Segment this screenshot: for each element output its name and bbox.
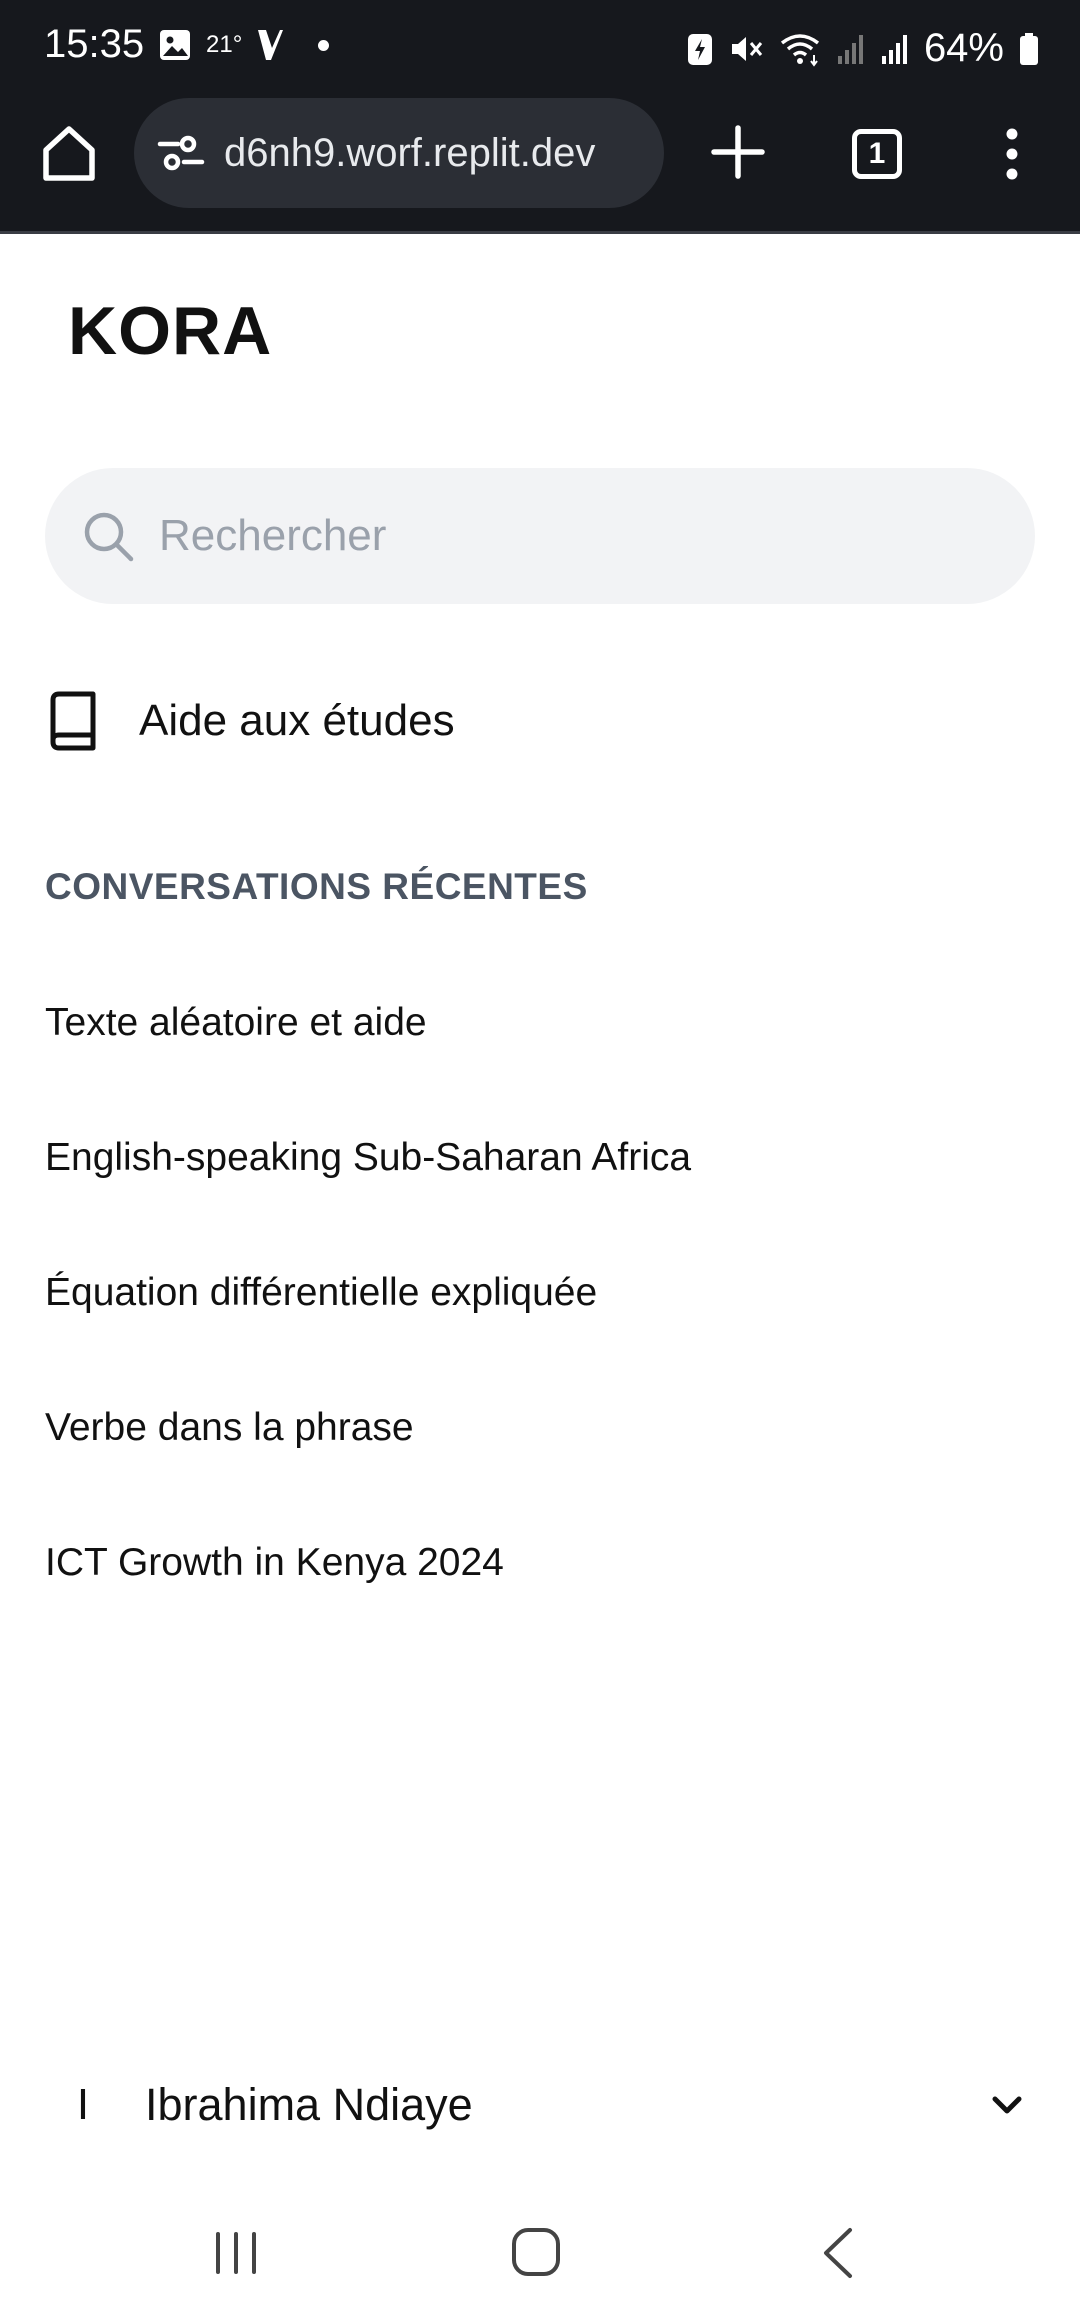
browser-toolbar: d6nh9.worf.replit.dev 1 [0, 96, 1080, 232]
status-bar: 15:35 21° 64% [0, 0, 1080, 96]
signal-icon [881, 34, 907, 64]
notification-dot-icon [318, 39, 330, 51]
search-icon [84, 512, 134, 562]
study-help-link[interactable]: Aide aux études [45, 690, 455, 752]
back-icon[interactable] [820, 2226, 856, 2280]
mute-icon [731, 36, 763, 61]
status-time: 15:35 [44, 22, 145, 66]
gallery-notification-icon [160, 30, 190, 60]
tab-switcher-button[interactable]: 1 [852, 129, 902, 179]
recent-conversations-heading: CONVERSATIONS RÉCENTES [45, 866, 588, 907]
more-options-icon[interactable] [1002, 126, 1022, 182]
search-input[interactable] [157, 510, 957, 562]
user-name: Ibrahima Ndiaye [145, 2079, 473, 2130]
wifi-icon [780, 33, 820, 67]
conversation-item[interactable]: Équation différentielle expliquée [45, 1245, 691, 1380]
status-right-icons: 64% [686, 26, 1040, 71]
battery-icon [1020, 32, 1038, 65]
conversation-item[interactable]: ICT Growth in Kenya 2024 [45, 1515, 691, 1650]
status-left-icons: 21° [158, 28, 330, 62]
recent-conversations-list: Texte aléatoire et aide English-speaking… [45, 975, 691, 1650]
address-bar[interactable]: d6nh9.worf.replit.dev [134, 98, 664, 208]
battery-percent: 64% [923, 26, 1004, 70]
user-menu[interactable]: I Ibrahima Ndiaye [45, 2065, 1035, 2145]
app-notification-icon [258, 30, 284, 60]
browser-chrome: 15:35 21° 64% d6nh9.worf.replit.dev 1 [0, 0, 1080, 234]
system-navigation-bar [0, 2190, 1080, 2316]
home-icon[interactable] [38, 122, 100, 184]
signal-weak-icon [837, 34, 863, 64]
study-help-label: Aide aux études [139, 696, 455, 745]
tab-count: 1 [868, 137, 886, 170]
weather-temperature: 21° [206, 31, 243, 58]
app-title: KORA [68, 293, 273, 369]
conversation-item[interactable]: Verbe dans la phrase [45, 1380, 691, 1515]
url-text[interactable]: d6nh9.worf.replit.dev [224, 131, 634, 176]
new-tab-icon[interactable] [710, 124, 766, 180]
chevron-down-icon[interactable] [987, 2085, 1027, 2125]
conversation-item[interactable]: Texte aléatoire et aide [45, 975, 691, 1110]
site-settings-icon[interactable] [156, 128, 206, 178]
avatar: I [76, 2080, 90, 2129]
recent-apps-icon[interactable] [212, 2228, 260, 2278]
conversation-item[interactable]: English-speaking Sub-Saharan Africa [45, 1110, 691, 1245]
book-icon [50, 691, 96, 751]
home-button-icon[interactable] [510, 2226, 562, 2278]
search-box[interactable] [45, 468, 1035, 604]
battery-saver-icon [687, 33, 712, 65]
